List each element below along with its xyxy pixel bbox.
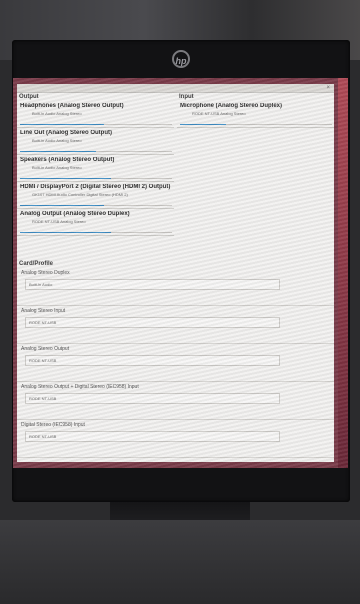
output-device-description: Built-in Audio Analog Stereo bbox=[32, 138, 82, 143]
profile-row: Analog Stereo Duplex Built-in Audio bbox=[17, 268, 334, 306]
output-device-name: Line Out (Analog Stereo Output) bbox=[20, 130, 112, 136]
volume-level-fill bbox=[20, 232, 112, 233]
output-device-row[interactable]: Speakers (Analog Stereo Output) Built-in … bbox=[17, 155, 174, 182]
desktop-wallpaper bbox=[338, 78, 348, 468]
input-device-name: Microphone (Analog Stereo Duplex) bbox=[180, 103, 283, 109]
output-device-row[interactable]: Analog Output (Analog Stereo Duplex) RODE… bbox=[17, 209, 174, 236]
volume-level-fill bbox=[20, 178, 112, 179]
output-device-name: Headphones (Analog Stereo Output) bbox=[20, 103, 124, 109]
output-device-description: RODE NT-USB Analog Stereo bbox=[32, 219, 86, 224]
input-device-description: RODE NT-USB Analog Stereo bbox=[192, 111, 246, 116]
card-profile-title: Card/Profile bbox=[19, 261, 54, 267]
output-section-title: Output bbox=[19, 94, 39, 100]
profile-label: Analog Stereo Input bbox=[21, 308, 66, 314]
volume-level-fill bbox=[180, 124, 226, 125]
sound-settings-window: × Output Headphones (Analog Stereo Outpu… bbox=[17, 84, 334, 462]
profile-list: Analog Stereo Duplex Built-in Audio Analog… bbox=[17, 268, 334, 458]
profile-label: Digital Stereo (IEC958) Input bbox=[21, 422, 85, 428]
close-icon[interactable]: × bbox=[326, 85, 330, 91]
profile-card-select[interactable]: Built-in Audio bbox=[25, 279, 280, 290]
output-device-row[interactable]: Line Out (Analog Stereo Output) Built-in … bbox=[17, 128, 174, 155]
output-device-name: Analog Output (Analog Stereo Duplex) bbox=[20, 211, 130, 217]
profile-card-select[interactable]: RODE NT-USB bbox=[25, 431, 280, 442]
desk bbox=[0, 520, 360, 604]
input-volume-slider[interactable] bbox=[180, 124, 332, 125]
hp-logo-icon: hp bbox=[172, 50, 190, 68]
profile-row: Analog Stereo Output + Digital Stereo (I… bbox=[17, 382, 334, 420]
output-device-row[interactable]: HDMI / DisplayPort 2 (Digital Stereo (HD… bbox=[17, 182, 174, 209]
volume-level-fill bbox=[20, 205, 104, 206]
output-device-description: GK107 HDMI Audio Controller Digital Ster… bbox=[32, 192, 128, 197]
input-section-title: Input bbox=[179, 94, 194, 100]
volume-level-fill bbox=[20, 151, 96, 152]
output-device-description: Built-in Audio Analog Stereo bbox=[32, 111, 82, 116]
output-device-name: HDMI / DisplayPort 2 (Digital Stereo (HD… bbox=[20, 184, 171, 190]
output-volume-slider[interactable] bbox=[20, 178, 172, 179]
output-device-row[interactable]: Headphones (Analog Stereo Output) Built-i… bbox=[17, 101, 174, 128]
output-device-list: Headphones (Analog Stereo Output) Built-i… bbox=[17, 101, 174, 236]
monitor-screen: × Output Headphones (Analog Stereo Outpu… bbox=[13, 78, 348, 468]
output-volume-slider[interactable] bbox=[20, 205, 172, 206]
volume-level-fill bbox=[20, 124, 104, 125]
profile-label: Analog Stereo Output bbox=[21, 346, 70, 352]
input-device-list: Microphone (Analog Stereo Duplex) RODE NT… bbox=[177, 101, 334, 128]
output-device-name: Speakers (Analog Stereo Output) bbox=[20, 157, 115, 163]
output-volume-slider[interactable] bbox=[20, 124, 172, 125]
profile-card-select[interactable]: RODE NT-USB bbox=[25, 317, 280, 328]
profile-card-select[interactable]: RODE NT-USB bbox=[25, 393, 280, 404]
card-profile-section: Card/Profile Analog Stereo Duplex Built-i… bbox=[17, 259, 334, 458]
profile-card-select[interactable]: RODE NT-USB bbox=[25, 355, 280, 366]
profile-label: Analog Stereo Output + Digital Stereo (I… bbox=[21, 384, 139, 390]
profile-row: Analog Stereo Output RODE NT-USB bbox=[17, 344, 334, 382]
output-device-description: Built-in Audio Analog Stereo bbox=[32, 165, 82, 170]
profile-row: Digital Stereo (IEC958) Input RODE NT-USB bbox=[17, 420, 334, 458]
profile-row: Analog Stereo Input RODE NT-USB bbox=[17, 306, 334, 344]
output-volume-slider[interactable] bbox=[20, 151, 172, 152]
output-volume-slider[interactable] bbox=[20, 232, 172, 233]
input-device-row[interactable]: Microphone (Analog Stereo Duplex) RODE NT… bbox=[177, 101, 334, 128]
profile-label: Analog Stereo Duplex bbox=[21, 270, 70, 276]
